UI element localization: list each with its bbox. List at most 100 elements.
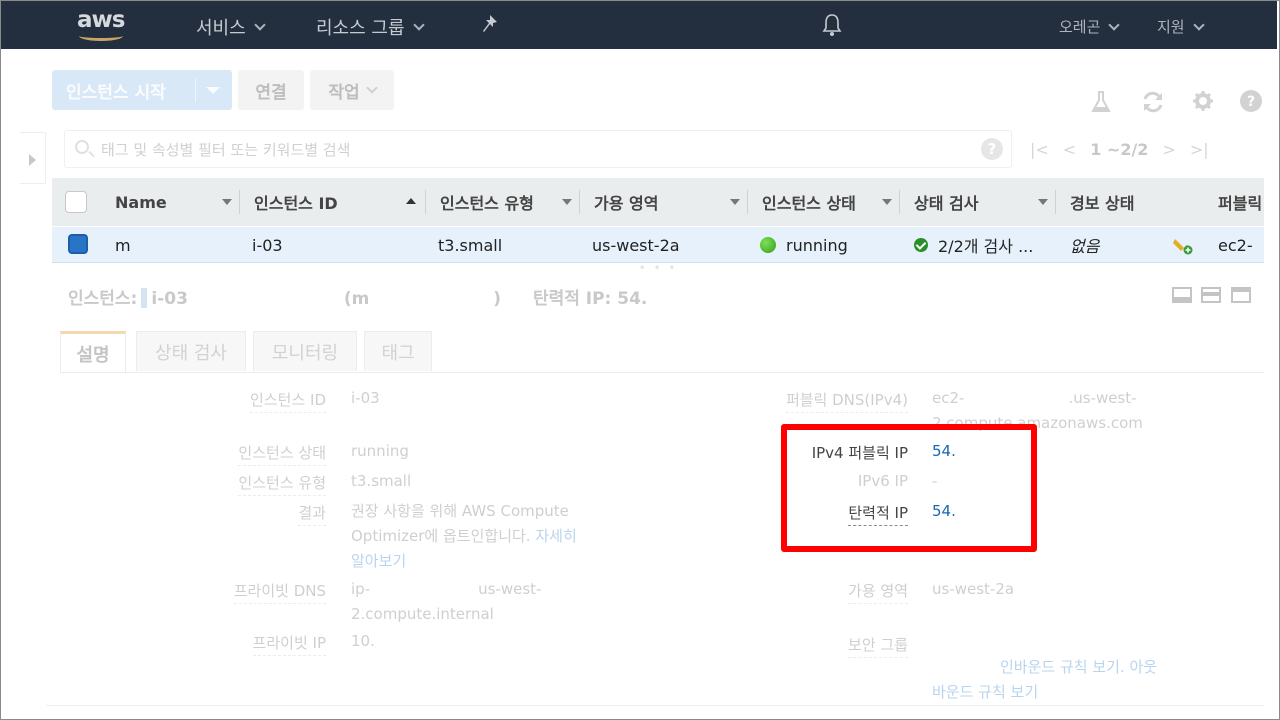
- resource-groups-menu[interactable]: 리소스 그룹: [316, 14, 425, 40]
- field-value-private-ip: 10.: [351, 632, 375, 650]
- column-header-name[interactable]: Name: [100, 178, 240, 226]
- button-divider: [195, 78, 196, 102]
- support-menu[interactable]: 지원: [1157, 16, 1205, 37]
- create-alarm-icon[interactable]: [1172, 235, 1194, 255]
- tab-description[interactable]: 설명: [60, 331, 126, 373]
- chevron-down-icon: [365, 82, 378, 94]
- svg-text:?: ?: [1247, 94, 1255, 110]
- field-value-private-dns: ip-us-west- 2.compute.internal: [351, 580, 542, 623]
- tabs-divider: [60, 372, 1264, 373]
- field-label-security-groups: 보안 그룹: [848, 634, 908, 658]
- column-label: 인스턴스 상태: [762, 194, 856, 213]
- details-label: 인스턴스:: [68, 289, 138, 309]
- caret-down-icon: [882, 199, 892, 205]
- tab-tags[interactable]: 태그: [364, 331, 432, 371]
- aws-logo[interactable]: aws: [75, 7, 131, 41]
- chevron-down-icon: [254, 19, 266, 31]
- next-page-button[interactable]: >: [1162, 140, 1175, 159]
- region-label: 오레곤: [1059, 18, 1101, 36]
- tab-status-checks[interactable]: 상태 검사: [136, 331, 246, 371]
- connect-button[interactable]: 연결: [238, 70, 304, 110]
- row-checkbox[interactable]: [68, 234, 88, 254]
- view-split-bottom-icon[interactable]: [1172, 287, 1192, 303]
- column-header-instance-state[interactable]: 인스턴스 상태: [748, 178, 900, 226]
- refresh-icon[interactable]: [1140, 90, 1166, 114]
- first-page-button[interactable]: |<: [1030, 140, 1049, 159]
- caret-down-icon[interactable]: [206, 87, 220, 94]
- gear-icon[interactable]: [1192, 90, 1214, 112]
- column-header-status-checks[interactable]: 상태 검사: [900, 178, 1056, 226]
- redaction-bar: [141, 287, 148, 308]
- field-label-private-ip: 프라이빗 IP: [252, 632, 326, 656]
- cell-name: m: [115, 235, 131, 255]
- search-input[interactable]: [101, 138, 981, 162]
- prev-page-button[interactable]: <: [1063, 140, 1076, 159]
- chevron-down-icon: [1192, 18, 1205, 31]
- details-instance-name: (m: [343, 289, 370, 309]
- running-status-icon: [760, 237, 776, 253]
- cell-availability-zone: us-west-2a: [592, 235, 680, 255]
- launch-instance-button[interactable]: 인스턴스 시작: [52, 70, 232, 110]
- instances-table-header: Name 인스턴스 ID 인스턴스 유형 가용 영역 인스턴스 상태 상태 검사…: [52, 178, 1264, 226]
- services-menu[interactable]: 서비스: [196, 14, 266, 40]
- caret-down-icon: [562, 199, 572, 205]
- details-name-close: ): [493, 289, 502, 309]
- learn-more-link-cont[interactable]: 알아보기: [351, 549, 577, 574]
- aws-logo-text: aws: [77, 7, 125, 33]
- search-icon: [75, 140, 89, 154]
- support-label: 지원: [1157, 18, 1185, 36]
- cell-instance-state: running: [760, 227, 848, 263]
- cell-instance-type: t3.small: [438, 235, 503, 255]
- view-split-half-icon[interactable]: [1201, 287, 1221, 303]
- sidebar-expand-button[interactable]: [20, 132, 46, 184]
- field-value-finding: 권장 사항을 위해 AWS Compute Optimizer에 옵트인합니다.…: [351, 499, 577, 574]
- table-row[interactable]: m i-03 t3.small us-west-2a running 2/2개 …: [52, 227, 1264, 263]
- pin-icon[interactable]: [481, 14, 499, 34]
- field-label-availability-zone: 가용 영역: [848, 580, 908, 604]
- column-label: 경보 상태: [1070, 194, 1135, 213]
- region-menu[interactable]: 오레곤: [1059, 16, 1121, 37]
- flask-icon[interactable]: [1090, 90, 1112, 114]
- column-header-alarm-status[interactable]: 경보 상태: [1056, 178, 1204, 226]
- learn-more-link[interactable]: 자세히: [535, 527, 576, 545]
- chevron-down-icon: [1108, 18, 1121, 31]
- field-value-availability-zone: us-west-2a: [932, 580, 1015, 598]
- cell-instance-id: i-03: [252, 235, 283, 255]
- filter-search-box: ?: [64, 130, 1012, 168]
- search-help-icon[interactable]: ?: [981, 138, 1003, 160]
- column-label: 인스턴스 ID: [254, 194, 338, 213]
- field-label-public-dns: 퍼블릭 DNS(IPv4): [785, 389, 908, 413]
- column-header-instance-id[interactable]: 인스턴스 ID: [240, 178, 426, 226]
- panel-bottom-border: [46, 705, 1264, 706]
- column-header-instance-type[interactable]: 인스턴스 유형: [426, 178, 580, 226]
- actions-button[interactable]: 작업: [310, 70, 394, 110]
- highlight-box: [781, 424, 1037, 552]
- help-icon[interactable]: ?: [1240, 90, 1262, 112]
- column-header-public[interactable]: 퍼블릭: [1204, 178, 1264, 226]
- column-label: 상태 검사: [914, 194, 979, 213]
- actions-label: 작업: [328, 82, 360, 103]
- details-header: 인스턴스: i-03 (m ) 탄력적 IP: 54.: [68, 284, 647, 311]
- bell-icon[interactable]: [821, 13, 843, 37]
- last-page-button[interactable]: >|: [1190, 140, 1209, 159]
- select-all-checkbox[interactable]: [65, 191, 87, 213]
- page-range: 1 ~2/2: [1090, 140, 1149, 159]
- cell-public-dns: ec2-: [1218, 235, 1253, 255]
- column-label: 인스턴스 유형: [440, 194, 534, 213]
- field-label-instance-state: 인스턴스 상태: [238, 442, 326, 466]
- field-value-instance-state: running: [351, 442, 409, 460]
- column-label: Name: [115, 192, 167, 212]
- services-label: 서비스: [196, 18, 246, 39]
- security-group-rules-link[interactable]: 인바운드 규칙 보기. 아웃 바운드 규칙 보기: [932, 655, 1192, 705]
- check-icon: [914, 238, 928, 252]
- aws-logo-smile: [79, 31, 123, 41]
- view-maximize-icon[interactable]: [1231, 287, 1251, 303]
- details-elastic-ip: 탄력적 IP: 54.: [532, 289, 648, 309]
- field-label-instance-id: 인스턴스 ID: [250, 389, 326, 413]
- launch-instance-label: 인스턴스 시작: [66, 82, 166, 103]
- panel-resize-handle[interactable]: • • •: [52, 262, 1264, 277]
- tab-monitoring[interactable]: 모니터링: [253, 331, 357, 371]
- cell-alarm-status: 없음: [1070, 237, 1100, 256]
- column-label: 가용 영역: [594, 194, 659, 213]
- column-header-availability-zone[interactable]: 가용 영역: [580, 178, 748, 226]
